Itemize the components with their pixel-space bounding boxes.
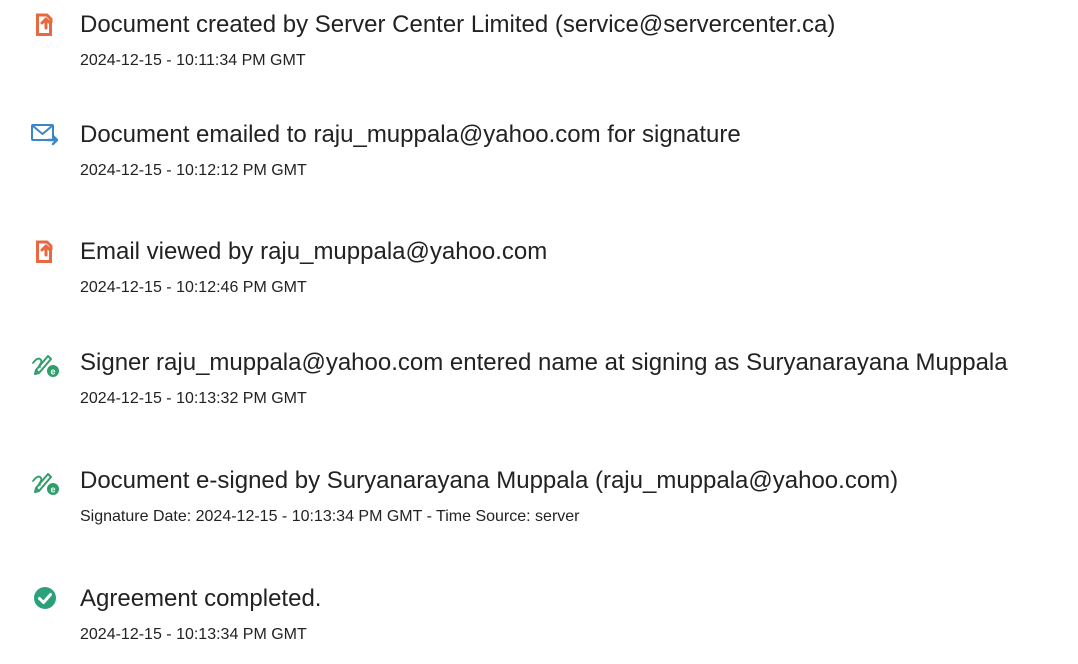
check-circle-icon (30, 584, 60, 614)
svg-text:e: e (50, 367, 55, 377)
email-icon (30, 120, 60, 150)
event-timestamp: 2024-12-15 - 10:12:12 PM GMT (80, 162, 307, 179)
event-title: Signer raju_muppala@yahoo.com entered na… (80, 349, 1008, 376)
audit-event: e Document e-signed by Suryanarayana Mup… (0, 466, 1078, 546)
event-timestamp: 2024-12-15 - 10:13:34 PM GMT (80, 626, 307, 643)
document-icon (30, 10, 60, 40)
event-timestamp: 2024-12-15 - 10:11:34 PM GMT (80, 52, 306, 69)
audit-event: Agreement completed. 2024-12-15 - 10:13:… (0, 584, 1078, 664)
event-title: Document created by Server Center Limite… (80, 11, 836, 38)
event-timestamp: Signature Date: 2024-12-15 - 10:13:34 PM… (80, 508, 580, 525)
audit-event: Document created by Server Center Limite… (0, 10, 1078, 90)
event-timestamp: 2024-12-15 - 10:12:46 PM GMT (80, 279, 307, 296)
event-title: Agreement completed. (80, 585, 322, 612)
event-title: Document emailed to raju_muppala@yahoo.c… (80, 121, 741, 148)
document-icon (30, 237, 60, 267)
event-title: Document e-signed by Suryanarayana Muppa… (80, 467, 899, 494)
signature-pen-icon: e (30, 466, 60, 496)
event-title: Email viewed by raju_muppala@yahoo.com (80, 238, 548, 265)
audit-event: Document emailed to raju_muppala@yahoo.c… (0, 120, 1078, 200)
audit-event: Email viewed by raju_muppala@yahoo.com 2… (0, 237, 1078, 317)
event-timestamp: 2024-12-15 - 10:13:32 PM GMT (80, 390, 307, 407)
signature-pen-icon: e (30, 348, 60, 378)
audit-event: e Signer raju_muppala@yahoo.com entered … (0, 348, 1078, 428)
svg-text:e: e (50, 485, 55, 495)
